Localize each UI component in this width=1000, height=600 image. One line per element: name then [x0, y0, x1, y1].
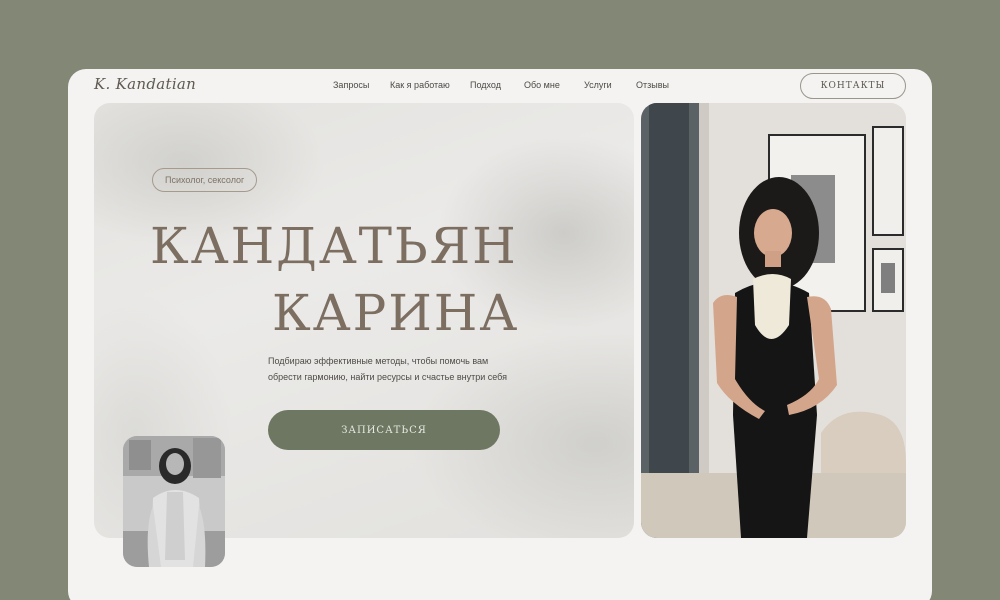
nav-item-about[interactable]: Обо мне	[524, 80, 560, 90]
hero-title-line-1: КАНДАТЬЯН	[150, 217, 518, 275]
nav-item-approach[interactable]: Подход	[470, 80, 501, 90]
nav-item-services[interactable]: Услуги	[584, 80, 612, 90]
portrait-photo-main	[641, 103, 906, 538]
hero-description-line-1: Подбираю эффективные методы, чтобы помоч…	[268, 356, 489, 366]
website-frame: K. Kandatian Запросы Как я работаю Подхо…	[68, 69, 932, 600]
nav-item-requests[interactable]: Запросы	[333, 80, 369, 90]
signup-button[interactable]: ЗАПИСАТЬСЯ	[268, 410, 500, 450]
nav-item-reviews[interactable]: Отзывы	[636, 80, 669, 90]
nav-item-how-i-work[interactable]: Как я работаю	[390, 80, 450, 90]
hero-description-line-2: обрести гармонию, найти ресурсы и счасть…	[268, 372, 507, 382]
hero-title-line-2: КАРИНА	[272, 284, 520, 342]
profession-badge: Психолог, сексолог	[152, 168, 258, 192]
portrait-photo-small	[123, 436, 225, 567]
contacts-button[interactable]: КОНТАКТЫ	[800, 73, 906, 99]
hero-description: Подбираю эффективные методы, чтобы помоч…	[268, 353, 538, 385]
